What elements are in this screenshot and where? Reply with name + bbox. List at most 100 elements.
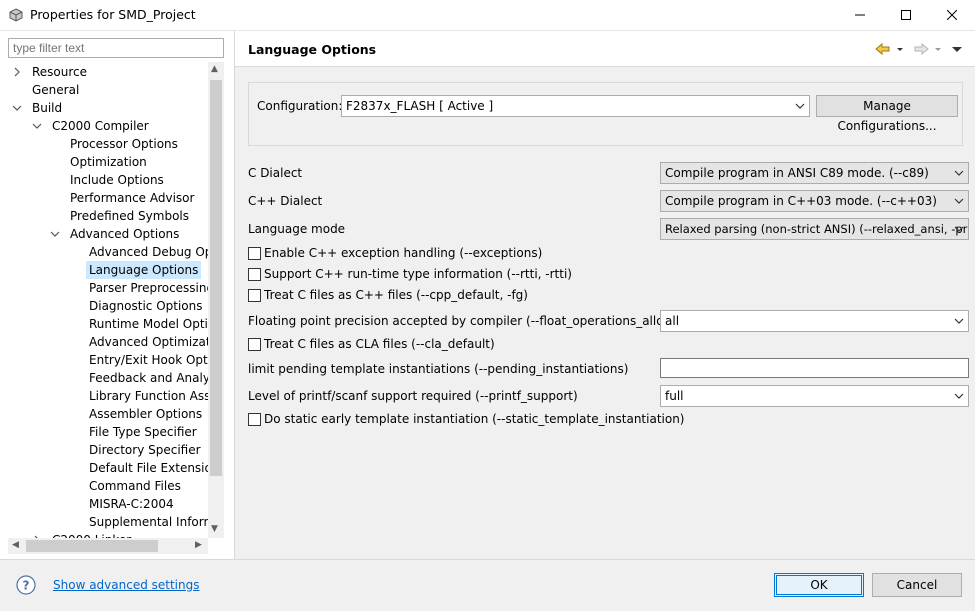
tree-item[interactable]: Optimization xyxy=(70,153,147,171)
configuration-select[interactable]: F2837x_FLASH [ Active ] xyxy=(341,95,810,117)
package-icon xyxy=(9,8,23,22)
chevron-down-icon xyxy=(954,318,964,324)
tree-item[interactable]: Predefined Symbols xyxy=(70,207,189,225)
scroll-left-icon[interactable]: ◀ xyxy=(12,540,19,550)
page-header: Language Options xyxy=(235,31,975,67)
tree-item[interactable]: Assembler Options xyxy=(89,405,202,423)
c-dialect-label: C Dialect xyxy=(248,166,303,180)
collapsed-chevron-icon[interactable] xyxy=(12,67,22,77)
tree-item[interactable]: Advanced Options xyxy=(70,225,179,243)
expanded-chevron-icon[interactable] xyxy=(12,103,22,113)
manage-configurations-button[interactable]: Manage Configurations... xyxy=(816,95,958,133)
ok-button[interactable]: OK xyxy=(774,573,864,597)
expanded-chevron-icon[interactable] xyxy=(50,229,60,239)
tree-item[interactable]: General xyxy=(32,81,79,99)
tree-item[interactable]: C2000 Compiler xyxy=(52,117,149,135)
show-advanced-settings-link[interactable]: Show advanced settings xyxy=(53,578,200,592)
printf-support-select[interactable]: full xyxy=(660,385,969,407)
scroll-up-icon[interactable]: ▲ xyxy=(211,64,218,74)
page-nav xyxy=(875,41,965,57)
chevron-down-icon xyxy=(954,198,964,204)
checkbox-box[interactable] xyxy=(248,413,261,426)
tree-item[interactable]: Processor Options xyxy=(70,135,178,153)
expanded-chevron-icon[interactable] xyxy=(32,121,42,131)
tree-item[interactable]: Advanced Optimizatio xyxy=(89,333,208,351)
scroll-down-icon[interactable]: ▼ xyxy=(211,524,218,534)
dialog-footer: ? Show advanced settings OK Cancel xyxy=(0,559,975,611)
window-title: Properties for SMD_Project xyxy=(30,7,196,22)
chevron-down-icon xyxy=(795,103,805,109)
close-button[interactable] xyxy=(929,0,975,31)
configuration-label: Configuration: xyxy=(257,99,343,113)
tree-item[interactable]: Diagnostic Options xyxy=(89,297,203,315)
scrollbar-thumb[interactable] xyxy=(26,540,158,552)
forward-dropdown-icon[interactable] xyxy=(933,41,943,57)
float-operations-select[interactable]: all xyxy=(660,310,969,332)
language-mode-select[interactable]: Relaxed parsing (non-strict ANSI) (--rel… xyxy=(660,218,969,240)
cla-default-label: Treat C files as CLA files (--cla_defaul… xyxy=(264,337,495,351)
language-mode-label: Language mode xyxy=(248,222,346,236)
tree-item[interactable]: File Type Specifier xyxy=(89,423,197,441)
close-icon xyxy=(947,10,957,20)
chevron-down-icon xyxy=(954,170,964,176)
tree-item[interactable]: Runtime Model Option xyxy=(89,315,208,333)
cpp-default-label: Treat C files as C++ files (--cpp_defaul… xyxy=(264,288,528,302)
tree-item[interactable]: Advanced Debug Opti xyxy=(89,243,208,261)
language-mode-value: Relaxed parsing (non-strict ANSI) (--rel… xyxy=(665,222,969,236)
tree-item[interactable]: Parser Preprocessing C xyxy=(89,279,208,297)
tree-vertical-scrollbar[interactable]: ▲ ▼ xyxy=(208,62,224,538)
chevron-down-icon xyxy=(954,226,964,232)
tree-item[interactable]: Default File Extensions xyxy=(89,459,208,477)
back-arrow-icon[interactable] xyxy=(875,41,891,57)
title-bar: Properties for SMD_Project xyxy=(0,0,975,31)
svg-text:?: ? xyxy=(23,579,30,593)
tree-item[interactable]: Language Options xyxy=(86,261,202,279)
checkbox-box[interactable] xyxy=(248,338,261,351)
pending-instantiations-label: limit pending template instantiations (-… xyxy=(248,362,629,376)
tree-item[interactable]: Resource xyxy=(32,63,87,81)
help-icon[interactable]: ? xyxy=(16,575,36,595)
back-dropdown-icon[interactable] xyxy=(895,41,905,57)
checkbox-box[interactable] xyxy=(248,289,261,302)
tree-item[interactable]: Library Function Assur xyxy=(89,387,208,405)
forward-arrow-icon[interactable] xyxy=(913,41,929,57)
c-dialect-value: Compile program in ANSI C89 mode. (--c89… xyxy=(665,166,929,180)
float-operations-value: all xyxy=(665,314,680,328)
tree-item[interactable]: Build xyxy=(32,99,62,117)
minimize-icon xyxy=(855,14,865,16)
cpp-dialect-value: Compile program in C++03 mode. (--c++03) xyxy=(665,194,937,208)
maximize-button[interactable] xyxy=(883,0,929,31)
minimize-button[interactable] xyxy=(837,0,883,31)
filter-input[interactable] xyxy=(8,38,224,58)
maximize-icon xyxy=(901,10,911,20)
static-template-label: Do static early template instantiation (… xyxy=(264,412,685,426)
chevron-down-icon xyxy=(954,393,964,399)
left-panel: ResourceGeneralBuildC2000 CompilerProces… xyxy=(0,31,234,559)
scroll-right-icon[interactable]: ▶ xyxy=(195,540,202,550)
scrollbar-thumb[interactable] xyxy=(210,80,222,476)
tree-horizontal-scrollbar[interactable]: ◀ ▶ xyxy=(8,538,208,554)
pending-instantiations-input[interactable] xyxy=(660,358,969,378)
cancel-button[interactable]: Cancel xyxy=(872,573,962,597)
tree-item[interactable]: C2000 Linker xyxy=(52,531,131,538)
printf-support-value: full xyxy=(665,389,684,403)
printf-support-label: Level of printf/scanf support required (… xyxy=(248,389,578,403)
view-menu-icon[interactable] xyxy=(949,41,965,57)
tree-item[interactable]: Command Files xyxy=(89,477,181,495)
checkbox-box[interactable] xyxy=(248,268,261,281)
right-panel: Language Options Configuration: F2837x_F… xyxy=(235,31,975,559)
tree-item[interactable]: Feedback and Analysis xyxy=(89,369,208,387)
tree-item[interactable]: Supplemental Informa xyxy=(89,513,208,531)
tree-item[interactable]: Entry/Exit Hook Option xyxy=(89,351,208,369)
c-dialect-select[interactable]: Compile program in ANSI C89 mode. (--c89… xyxy=(660,162,969,184)
page-title: Language Options xyxy=(248,42,377,57)
configuration-group: Configuration: F2837x_FLASH [ Active ] M… xyxy=(248,82,963,146)
tree-item[interactable]: Include Options xyxy=(70,171,164,189)
checkbox-box[interactable] xyxy=(248,247,261,260)
tree-item[interactable]: Directory Specifier xyxy=(89,441,201,459)
cpp-dialect-select[interactable]: Compile program in C++03 mode. (--c++03) xyxy=(660,190,969,212)
property-tree: Resource General Build C2000 Compiler Proces… xyxy=(8,62,208,538)
tree-item[interactable]: Performance Advisor xyxy=(70,189,194,207)
exceptions-label: Enable C++ exception handling (--excepti… xyxy=(264,246,543,260)
tree-item[interactable]: MISRA-C:2004 xyxy=(89,495,174,513)
